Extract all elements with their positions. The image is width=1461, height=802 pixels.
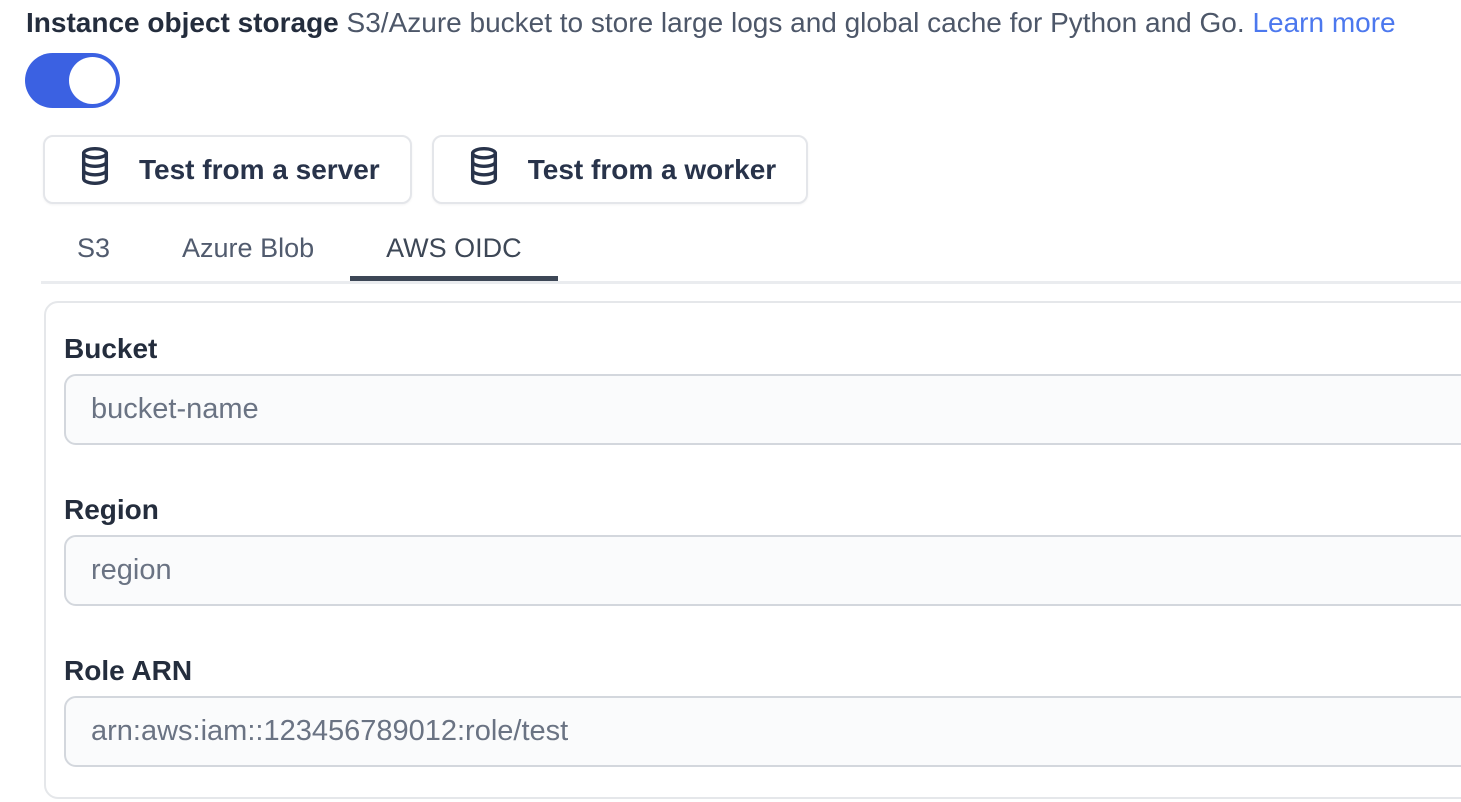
storage-provider-tabs: S3 Azure Blob AWS OIDC (41, 219, 1461, 284)
region-input[interactable] (64, 535, 1461, 606)
section-header: Instance object storage S3/Azure bucket … (26, 5, 1461, 41)
region-field: Region (64, 493, 1461, 606)
page-title: Instance object storage (26, 7, 339, 38)
role-arn-label: Role ARN (64, 654, 1461, 688)
test-from-server-button[interactable]: Test from a server (43, 135, 412, 204)
object-storage-settings-page: Instance object storage S3/Azure bucket … (0, 5, 1461, 799)
object-storage-toggle[interactable] (25, 53, 120, 108)
bucket-input[interactable] (64, 374, 1461, 445)
test-from-server-label: Test from a server (139, 154, 380, 186)
role-arn-field: Role ARN (64, 654, 1461, 767)
aws-oidc-form-panel: Bucket Region Role ARN (44, 301, 1461, 799)
test-from-worker-label: Test from a worker (528, 154, 776, 186)
toggle-knob (69, 57, 116, 104)
region-label: Region (64, 493, 1461, 527)
role-arn-input[interactable] (64, 696, 1461, 767)
database-icon (467, 145, 501, 194)
tab-aws-oidc[interactable]: AWS OIDC (350, 219, 558, 281)
bucket-label: Bucket (64, 332, 1461, 366)
bucket-field: Bucket (64, 332, 1461, 445)
tab-s3[interactable]: S3 (41, 219, 146, 281)
test-from-worker-button[interactable]: Test from a worker (432, 135, 808, 204)
page-description: S3/Azure bucket to store large logs and … (347, 7, 1245, 38)
database-icon (78, 145, 112, 194)
test-buttons-row: Test from a server Test from a worker (43, 135, 1461, 204)
learn-more-link[interactable]: Learn more (1252, 7, 1395, 38)
tab-azure-blob[interactable]: Azure Blob (146, 219, 350, 281)
